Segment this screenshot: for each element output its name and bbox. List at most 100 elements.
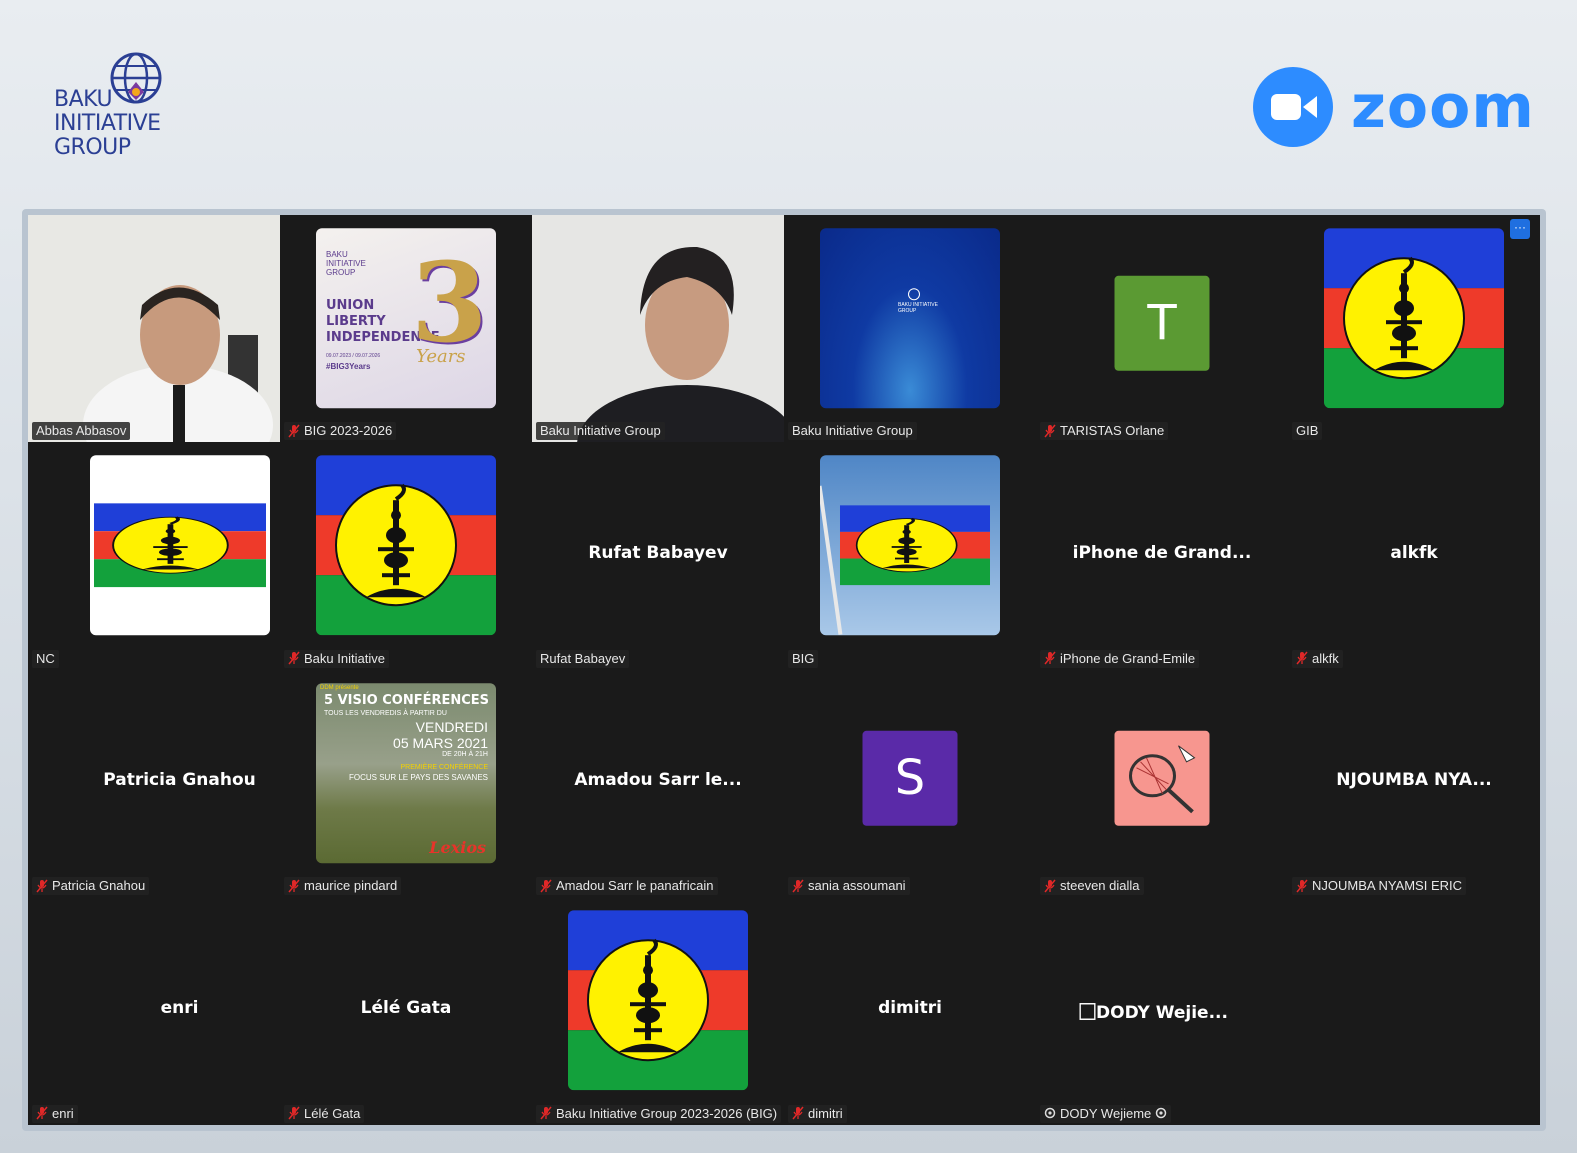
participant-tile[interactable]: BIG <box>784 442 1036 670</box>
mic-muted-icon <box>540 879 552 892</box>
participant-tile[interactable]: steeven dialla <box>1036 670 1288 897</box>
poster-date: 05 MARS 2021 <box>393 734 488 751</box>
profile-picture <box>1324 227 1504 408</box>
profile-picture <box>820 455 1000 636</box>
participant-name-label: Lélé Gata <box>284 1104 365 1123</box>
participant-tile[interactable]: iPhone de Grand... iPhone de Grand-Emile <box>1036 442 1288 670</box>
participant-tile[interactable]: ⃞⃞DODY Wejie... DODY Wejieme <box>1036 897 1288 1125</box>
participant-name: Baku Initiative Group <box>540 423 661 438</box>
participant-display-name: Lélé Gata <box>360 997 452 1018</box>
participant-name-label: iPhone de Grand-Emile <box>1040 649 1200 668</box>
profile-picture <box>89 455 270 636</box>
participant-name: iPhone de Grand-Emile <box>1060 650 1196 666</box>
participant-name-label: Amadou Sarr le panafricain <box>536 877 718 895</box>
participant-tile[interactable]: GIB ··· <box>1288 215 1540 442</box>
poster-time: DE 20H À 21H <box>442 750 488 758</box>
participant-name-label: Baku Initiative Group <box>788 422 917 440</box>
new-caledonia-flag-icon <box>316 455 496 636</box>
poster-title: 5 VISIO CONFÉRENCES <box>324 692 490 708</box>
zoom-wordmark: zoom <box>1351 72 1535 142</box>
poster-focus: FOCUS SUR LE PAYS DES SAVANES <box>349 772 488 782</box>
logo-word-3: GROUP <box>54 135 131 160</box>
participant-name-label: Baku Initiative Group 2023-2026 (BIG) <box>536 1104 782 1123</box>
participant-display-name: iPhone de Grand... <box>1072 542 1252 563</box>
participant-tile[interactable]: Lélé Gata Lélé Gata <box>280 897 532 1125</box>
participant-tile[interactable]: NJOUMBA NYA... NJOUMBA NYAMSI ERIC <box>1288 670 1540 897</box>
participant-name: Baku Initiative Group 2023-2026 (BIG) <box>556 1105 778 1121</box>
poster-dates: 09.07.2023 / 09.07.2026 <box>326 352 381 359</box>
participant-name: TARISTAS Orlane <box>1060 423 1165 438</box>
participant-tile[interactable]: dimitri dimitri <box>784 897 1036 1125</box>
mic-muted-icon <box>1296 879 1308 892</box>
participant-tile[interactable]: BAKU INITIATIVE GROUP UNION LIBERTY INDEPENDE… <box>280 215 532 442</box>
participant-name: maurice pindard <box>304 878 398 893</box>
participant-name-label: Patricia Gnahou <box>32 877 150 895</box>
new-caledonia-flag-icon <box>840 505 990 586</box>
profile-picture: DDM présente 5 VISIO CONFÉRENCES TOUS LES … <box>316 682 496 863</box>
zoom-camera-icon <box>1253 67 1333 147</box>
participant-name: GIB <box>1296 423 1319 438</box>
poster-years: Years <box>416 345 466 367</box>
mic-muted-icon <box>1044 424 1056 437</box>
participant-name-label: TARISTAS Orlane <box>1040 422 1169 440</box>
participant-name: Baku Initiative Group <box>792 423 913 438</box>
participant-tile[interactable]: Baku Initiative Group 2023-2026 (BIG) <box>532 897 784 1125</box>
participant-name: alkfk <box>1312 650 1339 666</box>
profile-picture <box>316 455 496 636</box>
participant-tile[interactable]: DDM présente 5 VISIO CONFÉRENCES TOUS LES … <box>280 670 532 897</box>
poster-brand: BAKU INITIATIVE GROUP <box>898 301 938 314</box>
participant-name: BIG <box>792 650 815 666</box>
participant-name: NJOUMBA NYAMSI ERIC <box>1312 878 1463 893</box>
mic-muted-icon <box>288 879 300 892</box>
participant-name: Baku Initiative <box>304 650 385 666</box>
avatar: S <box>862 730 958 826</box>
participant-display-name: Amadou Sarr le... <box>574 770 742 790</box>
globe-icon <box>110 52 162 104</box>
poster-brand: Lexios <box>429 837 486 857</box>
participant-name-label: Baku Initiative <box>284 649 389 668</box>
poster-hashtag: #BIG3Years <box>326 361 371 371</box>
participant-name: Lélé Gata <box>304 1105 361 1121</box>
mic-muted-icon <box>288 1106 300 1120</box>
poster-big-number: 3 <box>411 237 488 367</box>
participant-name: BIG 2023-2026 <box>304 423 393 438</box>
participant-tile[interactable]: T TARISTAS Orlane <box>1036 215 1288 442</box>
participant-display-name: ⃞⃞DODY Wejie... <box>1096 1002 1228 1023</box>
globe-icon <box>908 287 920 300</box>
participant-display-name: NJOUMBA NYA... <box>1336 770 1492 790</box>
participant-tile[interactable]: Baku Initiative <box>280 442 532 670</box>
poster-top: DDM présente <box>320 684 359 691</box>
gallery-grid: Abbas Abbasov BAKU INITIATIVE GROUP UNION LIB… <box>28 215 1540 1125</box>
new-caledonia-flag-icon <box>568 910 748 1091</box>
mic-muted-icon <box>1296 651 1308 665</box>
mic-muted-icon <box>288 424 300 437</box>
participant-name-label: maurice pindard <box>284 877 402 895</box>
mic-muted-icon <box>1044 879 1056 892</box>
profile-picture: BAKU INITIATIVE GROUP UNION LIBERTY INDEPENDE… <box>316 227 496 408</box>
poster-brand: BAKU INITIATIVE GROUP <box>326 249 366 277</box>
new-caledonia-flag-icon <box>1324 227 1504 408</box>
participant-tile[interactable]: alkfk alkfk <box>1288 442 1540 670</box>
participant-display-name: dimitri <box>878 997 942 1018</box>
participant-tile[interactable]: Amadou Sarr le... Amadou Sarr le panafric… <box>532 670 784 897</box>
participant-name-label: alkfk <box>1292 649 1343 668</box>
logo-word-1: BAKU <box>54 87 113 112</box>
participant-tile[interactable]: Ssania assoumani <box>784 670 1036 897</box>
participant-name-label: GIB <box>1292 422 1323 440</box>
logo-word-2: INITIATIVE <box>54 111 161 136</box>
mic-muted-icon <box>288 651 300 665</box>
participant-display-name: alkfk <box>1390 542 1438 563</box>
more-options-button[interactable]: ··· <box>1510 219 1530 239</box>
avatar <box>1114 730 1210 826</box>
participant-tile[interactable]: Rufat Babayev Rufat Babayev <box>532 442 784 670</box>
participant-name-label: BIG 2023-2026 <box>284 422 397 440</box>
participant-tile[interactable]: Baku Initiative Group <box>532 215 784 442</box>
new-caledonia-flag-icon <box>93 503 266 588</box>
participant-name-label: sania assoumani <box>788 877 910 895</box>
mic-muted-icon <box>36 879 48 892</box>
zoom-logo: zoom <box>1253 66 1535 148</box>
participant-name-label: steeven dialla <box>1040 877 1144 895</box>
participant-tile[interactable]: BAKU INITIATIVE GROUP Baku Initiative Gro… <box>784 215 1036 442</box>
participant-name-label: Rufat Babayev <box>536 649 630 668</box>
participant-name: Amadou Sarr le panafricain <box>556 878 714 893</box>
